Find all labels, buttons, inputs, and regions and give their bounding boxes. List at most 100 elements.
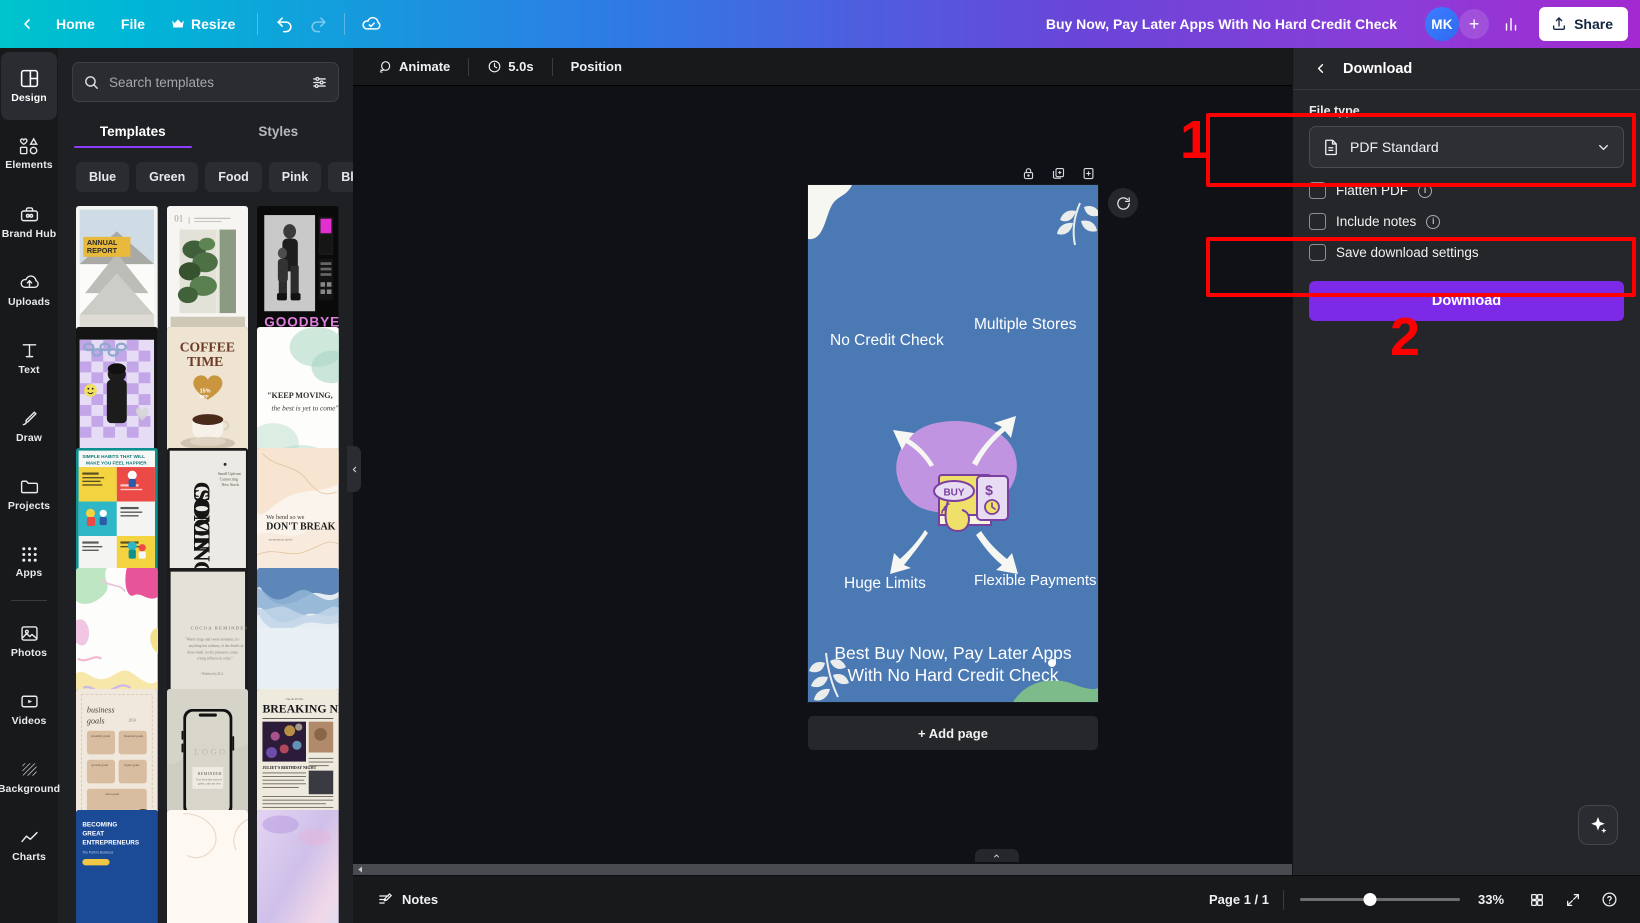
cloud-saved-icon <box>362 16 381 30</box>
sidebar-item-videos[interactable]: Videos <box>1 675 57 743</box>
search-input[interactable] <box>109 74 302 90</box>
sparkle-magic-icon <box>1591 817 1607 834</box>
label-bottom-left: Huge Limits <box>844 575 926 592</box>
download-back-button[interactable] <box>1307 56 1333 82</box>
design-canvas-page[interactable]: $ BUY No Credit Check Multiple Stores Hu… <box>808 185 1098 702</box>
sidebar-item-charts[interactable]: Charts <box>1 811 57 879</box>
template-art-becoming-great: BECOMING GREAT ENTREPRENEURS The Path to… <box>76 810 158 923</box>
resize-button[interactable]: Resize <box>159 8 247 40</box>
add-page-button[interactable] <box>1075 160 1101 186</box>
back-button[interactable] <box>12 9 42 39</box>
animate-button[interactable]: Animate <box>367 53 460 81</box>
grid-view-button[interactable] <box>1522 885 1552 915</box>
avatar[interactable]: MK <box>1425 7 1460 41</box>
duplicate-page-button[interactable] <box>1045 160 1071 186</box>
tab-styles[interactable]: Styles <box>206 114 352 148</box>
include-notes-checkbox[interactable] <box>1309 213 1326 230</box>
include-notes-option[interactable]: Include notes i <box>1309 213 1624 230</box>
svg-text:gentle, calm and slow.: gentle, calm and slow. <box>198 783 222 786</box>
help-button[interactable] <box>1594 885 1624 915</box>
sidebar-label-photos: Photos <box>10 646 48 659</box>
ai-assistant-button[interactable] <box>1578 805 1618 845</box>
add-page-bar[interactable]: + Add page <box>808 716 1098 750</box>
fullscreen-button[interactable] <box>1558 885 1588 915</box>
bottom-bar-divider <box>1283 889 1284 910</box>
sidebar-item-brand-hub[interactable]: Brand Hub <box>1 188 57 256</box>
sidebar-item-uploads[interactable]: Uploads <box>1 256 57 324</box>
notes-button[interactable]: Notes <box>367 885 448 915</box>
sidebar-item-background[interactable]: Background <box>0 743 60 811</box>
label-bottom-right: Flexible Payments <box>974 572 1097 589</box>
label-top-left: No Credit Check <box>830 332 944 349</box>
download-button-label: Download <box>1431 293 1502 309</box>
filter-chip-blue[interactable]: Blue <box>76 162 130 192</box>
panel-collapse-handle[interactable] <box>347 446 361 492</box>
panel-tabs: Templates Styles <box>58 114 353 148</box>
filter-chip-black[interactable]: Black <box>328 162 353 192</box>
duration-button[interactable]: 5.0s <box>477 53 543 81</box>
file-type-select[interactable]: PDF Standard <box>1309 126 1624 168</box>
template-thumbnail[interactable]: BECOMING GREAT ENTREPRENEURS The Path to… <box>76 810 158 923</box>
sidebar-item-apps[interactable]: Apps <box>1 528 57 596</box>
sidebar-item-text[interactable]: Text <box>1 324 57 392</box>
design-layout-icon <box>20 69 38 87</box>
cloud-save-status-button[interactable] <box>355 8 387 40</box>
svg-text:We bend so we: We bend so we <box>266 513 305 520</box>
pdf-document-icon <box>1325 139 1337 156</box>
filter-chip-food[interactable]: Food <box>205 162 262 192</box>
include-notes-info-icon[interactable]: i <box>1426 214 1441 229</box>
svg-text:Small Upfront: Small Upfront <box>217 471 241 476</box>
sidebar-item-design[interactable]: Design <box>1 52 57 120</box>
flatten-pdf-option[interactable]: Flatten PDF i <box>1309 182 1624 199</box>
tab-templates[interactable]: Templates <box>60 114 206 148</box>
stage-expand-handle[interactable] <box>974 849 1019 862</box>
shapes-icon <box>19 137 38 155</box>
crown-icon <box>172 19 184 28</box>
sidebar-label-uploads: Uploads <box>7 295 51 308</box>
invite-members-button[interactable]: + <box>1459 9 1490 39</box>
top-toolbar-right: Buy Now, Pay Later Apps With No Hard Cre… <box>1038 0 1640 48</box>
sidebar-item-photos[interactable]: Photos <box>1 607 57 675</box>
sidebar-item-projects[interactable]: Projects <box>1 460 57 528</box>
label-top-right: Multiple Stores <box>974 316 1077 333</box>
zoom-slider-thumb[interactable] <box>1363 893 1377 906</box>
filter-chip-pink[interactable]: Pink <box>268 162 322 192</box>
home-menu-button[interactable]: Home <box>44 8 107 40</box>
save-settings-checkbox[interactable] <box>1309 244 1326 261</box>
position-button[interactable]: Position <box>561 53 632 81</box>
flatten-pdf-info-icon[interactable]: i <box>1418 183 1433 198</box>
document-title[interactable]: Buy Now, Pay Later Apps With No Hard Cre… <box>1038 12 1405 36</box>
svg-text:REMINDER: REMINDER <box>198 773 222 777</box>
chevron-left-icon <box>24 19 30 29</box>
chevron-down-icon <box>1599 144 1608 150</box>
search-box[interactable] <box>72 62 339 102</box>
template-thumbnail[interactable] <box>257 810 339 923</box>
share-button[interactable]: Share <box>1539 7 1628 41</box>
svg-text:-anonymous quote-: -anonymous quote- <box>268 537 293 541</box>
pencil-draw-icon <box>22 411 37 426</box>
scroll-left-arrow-icon[interactable] <box>356 865 365 874</box>
insights-button[interactable] <box>1495 8 1527 40</box>
sidebar-item-elements[interactable]: Elements <box>1 120 57 188</box>
svg-text:the best is yet to come": the best is yet to come" <box>272 404 339 412</box>
file-type-value: PDF Standard <box>1350 139 1439 155</box>
lock-page-button[interactable] <box>1015 160 1041 186</box>
download-submit-button[interactable]: Download <box>1309 281 1624 321</box>
template-thumbnail[interactable] <box>166 810 249 923</box>
undo-button[interactable] <box>268 8 300 40</box>
add-page-label: + Add page <box>918 725 988 741</box>
regenerate-page-button[interactable] <box>1108 188 1138 218</box>
search-icon <box>85 75 98 89</box>
filter-sliders-icon[interactable] <box>311 74 328 91</box>
svg-text:financial goals: financial goals <box>124 734 144 738</box>
search-section <box>58 48 353 102</box>
redo-button[interactable] <box>302 8 334 40</box>
save-settings-option[interactable]: Save download settings <box>1309 244 1624 261</box>
photo-icon <box>20 625 38 641</box>
zoom-slider[interactable] <box>1300 893 1460 907</box>
file-menu-button[interactable]: File <box>109 8 157 40</box>
flatten-pdf-checkbox[interactable] <box>1309 182 1326 199</box>
sidebar-item-draw[interactable]: Draw <box>1 392 57 460</box>
svg-text:growth goals: growth goals <box>91 763 109 767</box>
filter-chip-green[interactable]: Green <box>136 162 199 192</box>
